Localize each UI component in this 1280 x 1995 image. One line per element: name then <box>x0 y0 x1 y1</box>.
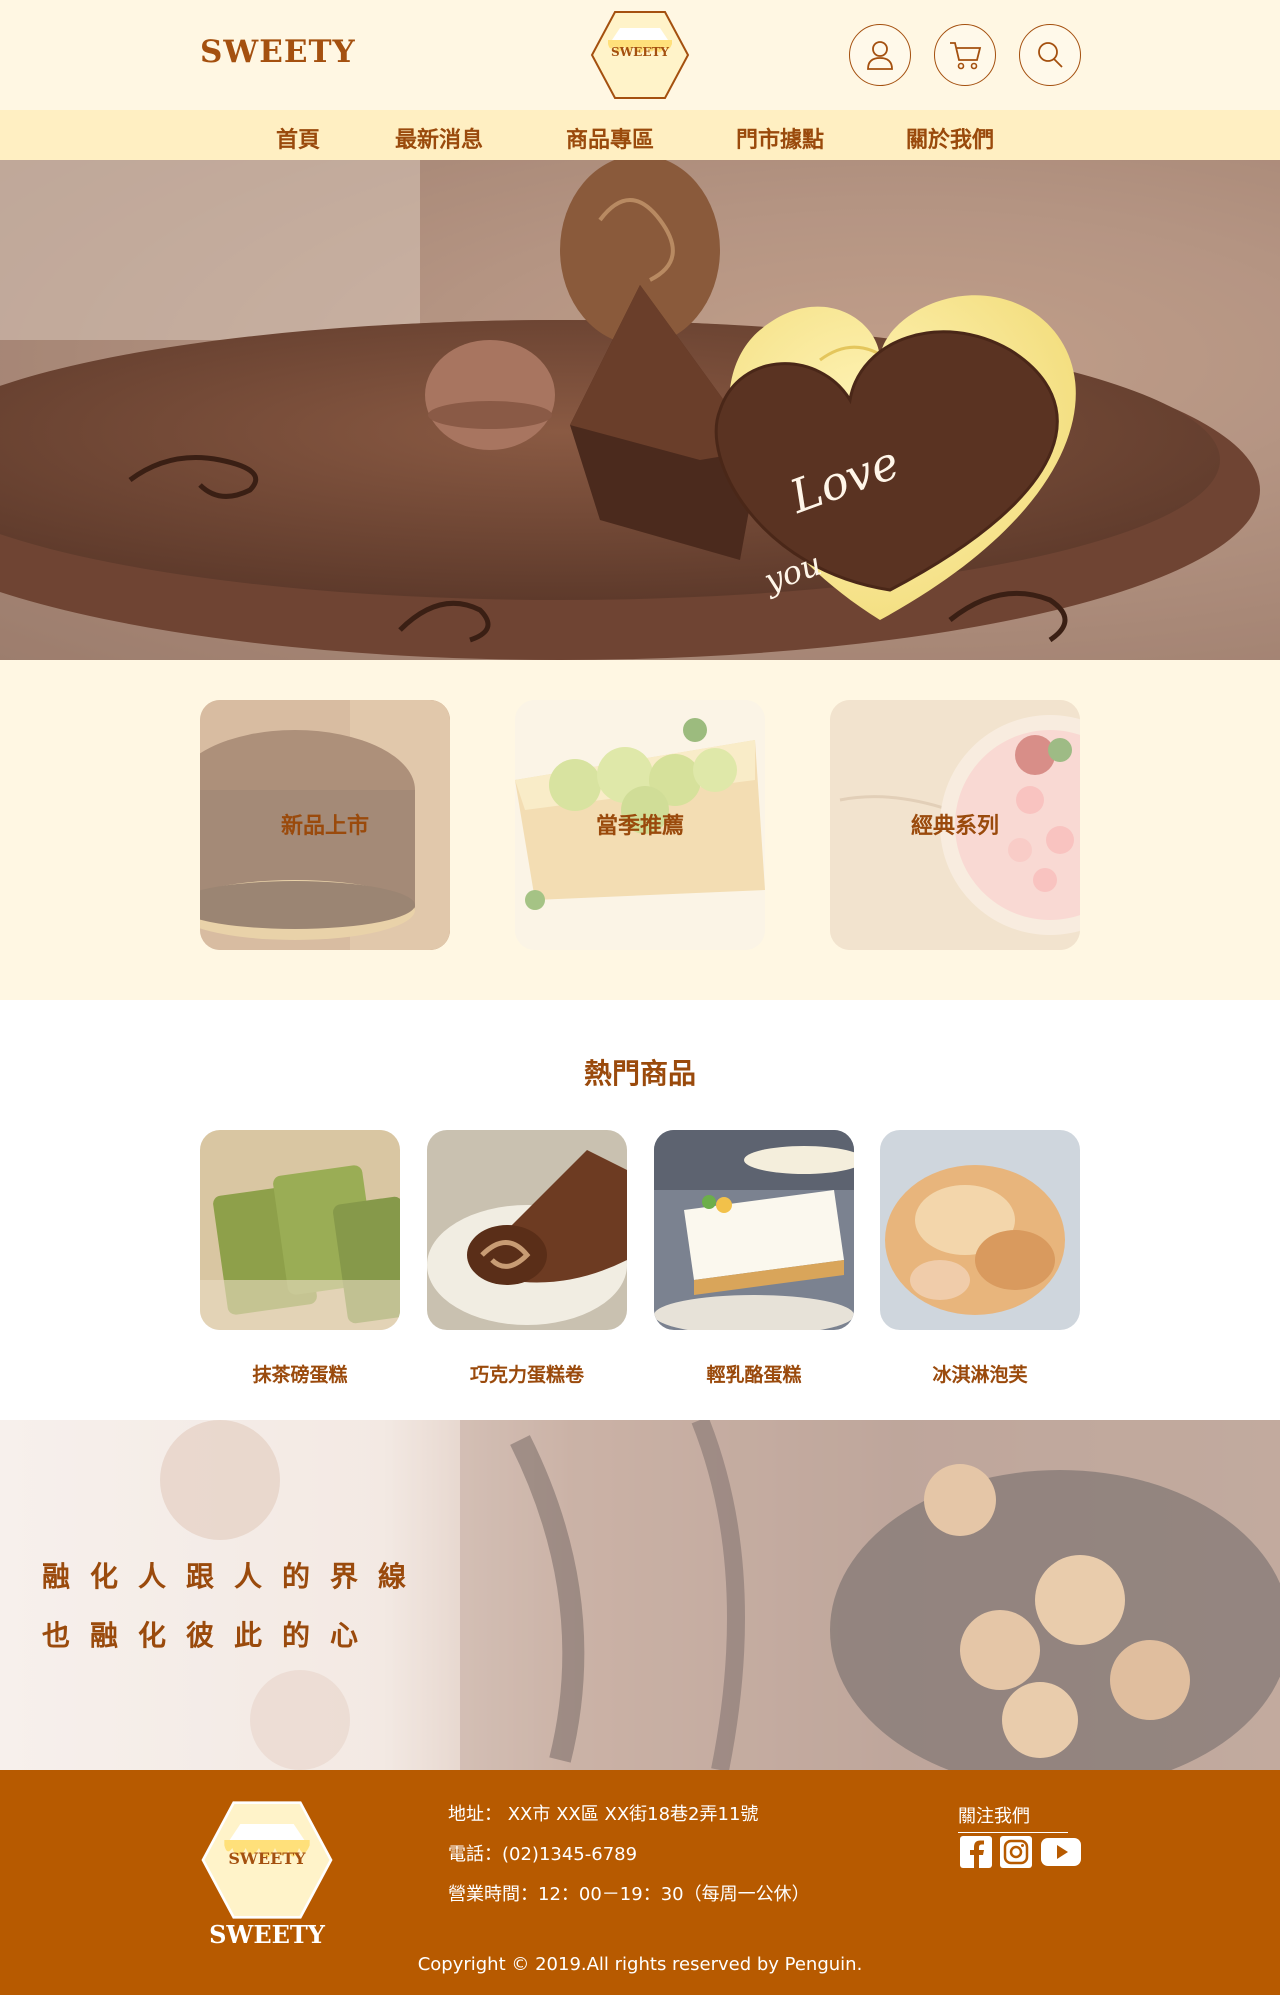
product-name[interactable]: 巧克力蛋糕卷 <box>427 1360 627 1387</box>
product-image[interactable] <box>200 1130 400 1330</box>
hero-cake-illustration: Love you <box>0 160 1280 660</box>
site-footer: SWEETY SWEETY 地址： XX市 XX區 XX街18巷2弄11號 電話… <box>0 1770 1280 1995</box>
walnut-chocolate-photo <box>0 1420 1280 1770</box>
site-header: SWEETY SWEETY <box>0 0 1280 110</box>
category-label: 新品上市 <box>280 814 369 839</box>
copyright-text: Copyright © 2019.All rights reserved by … <box>417 1954 863 1975</box>
instagram-icon[interactable] <box>998 1836 1034 1868</box>
logo-text: SWEETY <box>611 45 669 59</box>
slogan-line-1: 融化人跟人的界線 <box>42 1560 427 1593</box>
category-card-seasonal[interactable]: 當季推薦 <box>515 700 765 950</box>
product-card[interactable]: 冰淇淋泡芙 <box>880 1130 1080 1387</box>
product-card[interactable]: 抹茶磅蛋糕 <box>200 1130 400 1387</box>
slogan-banner: 融化人跟人的界線 也融化彼此的心 <box>0 1420 1280 1770</box>
category-card-classic[interactable]: 經典系列 <box>830 700 1080 950</box>
user-icon <box>867 41 893 70</box>
user-button[interactable] <box>849 24 911 86</box>
cheesecake-photo <box>654 1130 854 1330</box>
category-section: 新品上市 當季推薦 經典系列 <box>0 660 1280 1000</box>
search-button[interactable] <box>1019 24 1081 86</box>
brand-name[interactable]: SWEETY <box>200 34 356 70</box>
category-label: 當季推薦 <box>595 814 684 839</box>
cream-puff-photo <box>880 1130 1080 1330</box>
footer-hours: 營業時間：12：00－19：30（每周一公休） <box>448 1884 810 1905</box>
cart-icon <box>950 42 982 70</box>
matcha-cake-photo <box>200 1130 400 1330</box>
main-nav: 首頁 最新消息 商品專區 門市據點 關於我們 <box>0 110 1280 160</box>
product-card[interactable]: 巧克力蛋糕卷 <box>427 1130 627 1387</box>
nav-item-news[interactable]: 最新消息 <box>395 122 483 154</box>
product-image[interactable] <box>880 1130 1080 1330</box>
youtube-icon[interactable] <box>1039 1836 1083 1868</box>
hot-products-section: 熱門商品 抹茶磅蛋糕 巧克力蛋糕卷 輕乳酪蛋糕 冰淇淋泡芙 <box>0 1000 1280 1420</box>
footer-address: 地址： XX市 XX區 XX街18巷2弄11號 <box>448 1804 759 1825</box>
nav-item-stores[interactable]: 門市據點 <box>736 122 824 154</box>
product-name[interactable]: 輕乳酪蛋糕 <box>654 1360 854 1387</box>
footer-brand: SWEETY <box>209 1920 325 1949</box>
nav-item-home[interactable]: 首頁 <box>276 122 320 154</box>
footer-phone: 電話：(02)1345-6789 <box>448 1844 638 1865</box>
product-name[interactable]: 冰淇淋泡芙 <box>880 1360 1080 1387</box>
follow-us-label: 關注我們 <box>958 1802 1068 1833</box>
hexagon-logo[interactable]: SWEETY <box>590 10 690 100</box>
nav-item-about[interactable]: 關於我們 <box>906 122 994 154</box>
search-icon <box>1038 42 1063 68</box>
cart-button[interactable] <box>934 24 996 86</box>
category-label: 經典系列 <box>910 814 999 839</box>
product-image[interactable] <box>654 1130 854 1330</box>
footer-logo-text: SWEETY <box>228 1849 306 1868</box>
section-title: 熱門商品 <box>583 1057 696 1090</box>
chocolate-roll-photo <box>427 1130 627 1330</box>
hero-banner: Love you <box>0 160 1280 660</box>
facebook-icon[interactable] <box>958 1836 994 1868</box>
category-card-new[interactable]: 新品上市 <box>200 700 450 950</box>
product-image[interactable] <box>427 1130 627 1330</box>
nav-item-products[interactable]: 商品專區 <box>566 122 654 154</box>
product-name[interactable]: 抹茶磅蛋糕 <box>200 1360 400 1387</box>
footer-hexagon-logo[interactable]: SWEETY <box>200 1800 334 1920</box>
slogan-line-2: 也融化彼此的心 <box>42 1619 379 1652</box>
product-card[interactable]: 輕乳酪蛋糕 <box>654 1130 854 1387</box>
